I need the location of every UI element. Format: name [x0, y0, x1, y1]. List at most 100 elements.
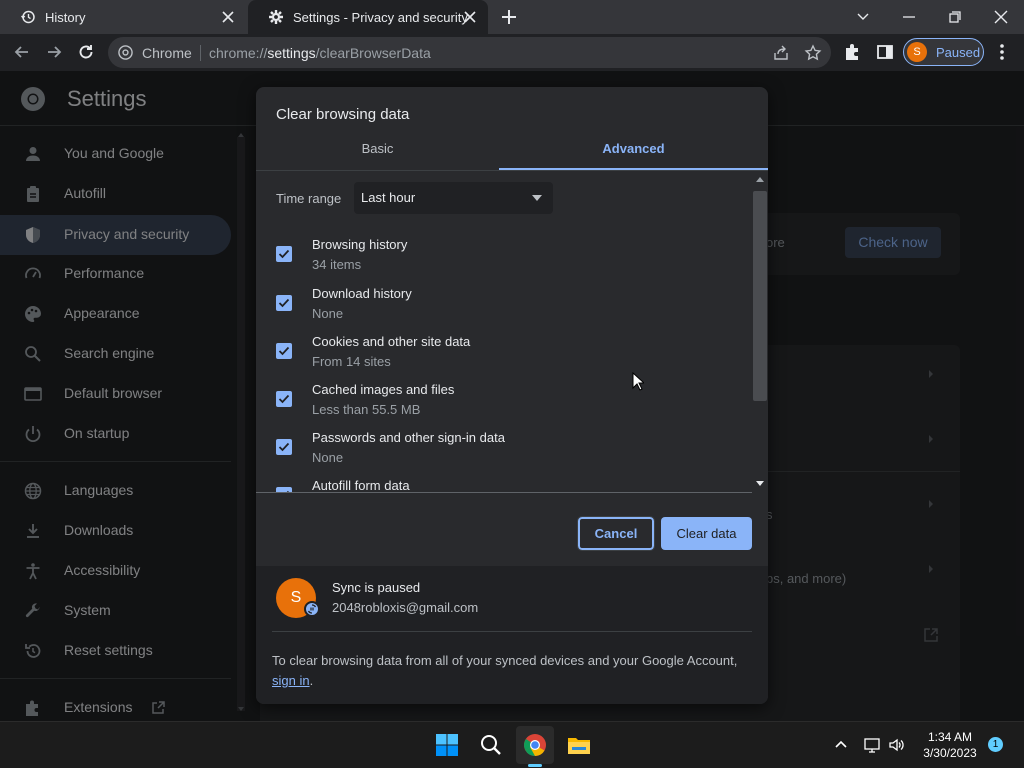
forward-icon[interactable] [44, 42, 64, 62]
sync-footer: S Sync is paused 2048robloxis@gmail.com … [256, 566, 768, 704]
volume-icon[interactable] [888, 736, 906, 754]
history-icon [20, 10, 35, 24]
option-browsing-history[interactable]: Browsing history 34 items [276, 237, 746, 284]
option-label: Browsing history [312, 237, 408, 252]
sync-note: To clear browsing data from all of your … [272, 651, 752, 691]
chevron-up-icon[interactable] [832, 736, 850, 754]
search-icon[interactable] [479, 733, 503, 757]
option-cached-images[interactable]: Cached images and files Less than 55.5 M… [276, 382, 746, 429]
back-icon[interactable] [12, 42, 32, 62]
clock-time: 1:34 AM [927, 730, 973, 744]
tab-strip: History Settings - Privacy and security [0, 0, 1024, 34]
option-detail: 34 items [312, 257, 362, 272]
network-icon[interactable] [863, 736, 881, 754]
tab-advanced[interactable]: Advanced [499, 138, 768, 170]
option-autofill-form-data[interactable]: Autofill form data [276, 478, 746, 492]
option-label: Cached images and files [312, 382, 455, 397]
bookmark-star-icon[interactable] [804, 44, 822, 62]
active-indicator [528, 764, 542, 767]
time-range-value: Last hour [361, 190, 416, 205]
clock-date: 3/30/2023 [923, 746, 977, 760]
clear-data-button[interactable]: Clear data [661, 517, 752, 550]
url-host: settings [267, 45, 316, 61]
option-download-history[interactable]: Download history None [276, 286, 746, 333]
close-tab-icon[interactable] [220, 9, 236, 25]
restore-icon[interactable] [944, 6, 966, 28]
option-label: Passwords and other sign-in data [312, 430, 505, 445]
taskbar: 1:34 AM 3/30/2023 1 [0, 721, 1024, 768]
reload-icon[interactable] [76, 42, 96, 62]
checkbox[interactable] [276, 439, 292, 455]
omnibox-divider [200, 45, 201, 61]
footer-divider [272, 631, 752, 632]
tab-history[interactable]: History [0, 0, 246, 34]
sign-in-link[interactable]: sign in [272, 673, 310, 688]
toolbar: Chrome chrome://settings/clearBrowserDat… [0, 34, 1024, 71]
minimize-icon[interactable] [898, 6, 920, 28]
sync-note-text: To clear browsing data from all of your … [272, 653, 738, 668]
url-path: /clearBrowserData [315, 45, 431, 61]
time-range-select[interactable]: Last hour [354, 182, 553, 214]
checkbox[interactable] [276, 391, 292, 407]
option-passwords[interactable]: Passwords and other sign-in data None [276, 430, 746, 477]
check-icon [278, 394, 290, 404]
option-detail: None [312, 450, 344, 465]
tab-settings[interactable]: Settings - Privacy and security [248, 0, 488, 34]
option-cookies[interactable]: Cookies and other site data From 14 site… [276, 334, 746, 381]
site-chip: Chrome [142, 45, 192, 61]
new-tab-icon[interactable] [500, 8, 518, 26]
chrome-taskbar-icon[interactable] [523, 733, 547, 757]
address-bar[interactable]: Chrome chrome://settings/clearBrowserDat… [108, 37, 831, 68]
time-range-label: Time range [276, 191, 342, 206]
close-tab-icon[interactable] [462, 9, 478, 25]
file-explorer-icon[interactable] [567, 733, 591, 757]
sync-email: 2048robloxis@gmail.com [332, 600, 479, 615]
checkbox[interactable] [276, 295, 292, 311]
tab-divider [256, 170, 768, 171]
profile-button[interactable]: S Paused [903, 38, 984, 66]
more-menu-icon[interactable] [992, 42, 1012, 62]
side-panel-icon[interactable] [875, 42, 895, 62]
share-icon[interactable] [772, 44, 790, 62]
dialog-title: Clear browsing data [276, 106, 410, 123]
option-detail: None [312, 306, 344, 321]
checkbox[interactable] [276, 246, 292, 262]
sync-status: Sync is paused [332, 580, 421, 595]
scroll-down-icon[interactable] [755, 481, 765, 487]
check-icon [278, 442, 290, 452]
dropdown-arrow-icon [532, 195, 542, 201]
option-detail: From 14 sites [312, 354, 391, 369]
sync-paused-icon [307, 604, 317, 614]
check-icon [278, 346, 290, 356]
system-clock[interactable]: 1:34 AM 3/30/2023 [915, 729, 985, 761]
profile-status: Paused [936, 45, 981, 60]
close-window-icon[interactable] [990, 6, 1012, 28]
tab-advanced-label: Advanced [602, 141, 665, 156]
check-icon [278, 298, 290, 308]
windows-start-icon[interactable] [435, 733, 459, 757]
profile-avatar: S [907, 42, 927, 62]
extensions-puzzle-icon[interactable] [843, 42, 863, 62]
option-label: Cookies and other site data [312, 334, 471, 349]
mouse-cursor-icon [632, 372, 644, 391]
notification-badge[interactable]: 1 [988, 737, 1003, 752]
gear-icon [269, 10, 283, 24]
tab-basic[interactable]: Basic [256, 138, 499, 170]
check-icon [278, 249, 290, 259]
sync-paused-badge [304, 601, 320, 617]
option-label: Autofill form data [312, 478, 410, 492]
tab-search-icon[interactable] [852, 6, 874, 28]
sync-note-end: . [309, 673, 314, 688]
url-text[interactable]: chrome://settings/clearBrowserData [209, 45, 431, 61]
option-detail: Less than 55.5 MB [312, 402, 421, 417]
chrome-site-icon [118, 45, 133, 60]
cancel-button[interactable]: Cancel [577, 516, 655, 551]
dialog-scrollbar[interactable] [752, 171, 768, 493]
tab-title: Settings - Privacy and security [293, 9, 468, 25]
checkbox[interactable] [276, 343, 292, 359]
scroll-up-icon[interactable] [755, 176, 765, 182]
tab-title: History [45, 9, 86, 25]
url-prefix: chrome:// [209, 45, 268, 61]
clear-browsing-data-dialog: Clear browsing data Basic Advanced Time … [256, 87, 768, 704]
scrollbar-thumb[interactable] [753, 191, 767, 401]
